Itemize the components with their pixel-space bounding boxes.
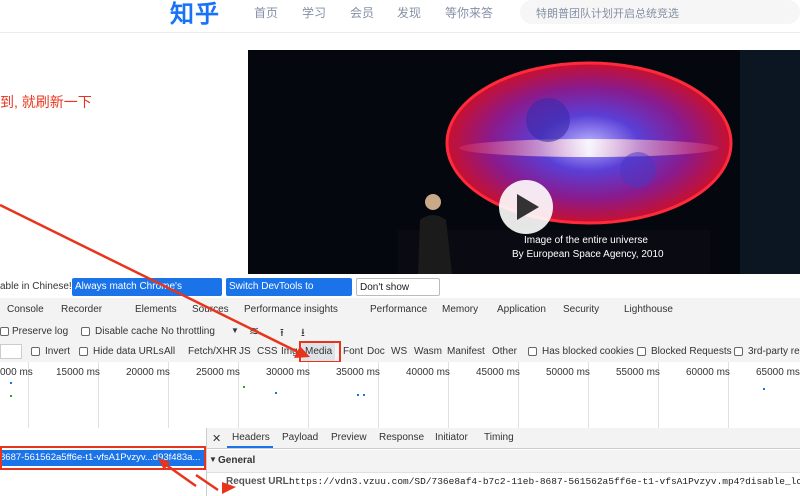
timeline-tick: 60000 ms	[686, 367, 730, 378]
timeline-request-mark	[10, 395, 12, 397]
filter-img[interactable]: Img	[281, 346, 298, 357]
filter-js[interactable]: JS	[239, 346, 251, 357]
nav-discover[interactable]: 发现	[397, 4, 421, 21]
zhihu-logo[interactable]: 知乎	[170, 0, 220, 29]
filter-ws[interactable]: WS	[391, 346, 407, 357]
preserve-log-checkbox[interactable]	[0, 327, 9, 336]
timeline-request-mark	[275, 392, 277, 394]
timeline-tick: 55000 ms	[616, 367, 660, 378]
network-overview[interactable]	[0, 362, 800, 429]
timeline-tick: 50000 ms	[546, 367, 590, 378]
filter-manifest[interactable]: Manifest	[447, 346, 485, 357]
timeline-request-mark	[243, 386, 245, 388]
hide-data-urls-label: Hide data URLs	[93, 346, 164, 357]
annotation-note: 到, 就刷新一下	[0, 94, 92, 110]
timeline-tick: 35000 ms	[336, 367, 380, 378]
timeline-tick: 15000 ms	[56, 367, 100, 378]
filter-css[interactable]: CSS	[257, 346, 278, 357]
filter-wasm[interactable]: Wasm	[414, 346, 442, 357]
request-url-label: Request URL:	[226, 476, 293, 487]
close-icon[interactable]: ✕	[212, 432, 221, 445]
request-url-value[interactable]: https://vdn3.vzuu.com/SD/736e8af4-b7c2-1…	[289, 476, 800, 487]
media-highlight-box	[299, 341, 341, 363]
nav-answer[interactable]: 等你来答	[445, 4, 493, 21]
timeline-tick: 20000 ms	[126, 367, 170, 378]
triangle-down-icon: ▼	[209, 455, 217, 464]
tab-sources[interactable]: Sources	[192, 304, 229, 315]
blocked-requests-label: Blocked Requests	[651, 346, 732, 357]
tab-response[interactable]: Response	[379, 432, 424, 443]
hide-data-urls-checkbox[interactable]	[79, 347, 88, 356]
timeline-request-mark	[10, 382, 12, 384]
chevron-down-icon[interactable]: ▼	[231, 326, 239, 335]
search-placeholder: 特朗普团队计划开启总统竞选	[536, 8, 679, 20]
tab-lighthouse[interactable]: Lighthouse	[624, 304, 673, 315]
tab-recorder[interactable]: Recorder	[61, 304, 102, 315]
upload-icon[interactable]: ⭱	[280, 324, 284, 343]
filter-font[interactable]: Font	[343, 346, 363, 357]
tab-headers[interactable]: Headers	[232, 432, 270, 443]
timeline-tick: 000 ms	[0, 367, 33, 378]
wifi-icon[interactable]: ≋	[249, 324, 259, 338]
play-icon[interactable]	[520, 191, 536, 223]
tab-elements[interactable]: Elements	[135, 304, 177, 315]
timeline-request-mark	[763, 388, 765, 390]
tab-payload[interactable]: Payload	[282, 432, 318, 443]
invert-checkbox[interactable]	[31, 347, 40, 356]
tab-performance-insights[interactable]: Performance insights	[244, 304, 338, 315]
timeline-request-mark	[357, 394, 359, 396]
dont-show-again-button[interactable]: Don't show again	[356, 278, 440, 311]
general-section-header[interactable]	[207, 450, 800, 473]
timeline-tick: 40000 ms	[406, 367, 450, 378]
filter-doc[interactable]: Doc	[367, 346, 385, 357]
tab-performance[interactable]: Performance	[370, 304, 427, 315]
request-highlight-box	[0, 446, 206, 470]
filter-other[interactable]: Other	[492, 346, 517, 357]
tab-console[interactable]: Console	[7, 304, 44, 315]
nav-learn[interactable]: 学习	[302, 4, 326, 21]
blocked-cookies-label: Has blocked cookies	[542, 346, 634, 357]
filter-input[interactable]	[0, 344, 22, 359]
tab-timing[interactable]: Timing	[484, 432, 514, 443]
throttling-select[interactable]: No throttling	[161, 326, 215, 337]
nav-home[interactable]: 首页	[254, 4, 278, 21]
disable-cache-label: Disable cache	[95, 326, 158, 337]
active-tab-indicator	[227, 446, 273, 448]
timeline-tick: 25000 ms	[196, 367, 240, 378]
invert-label: Invert	[45, 346, 71, 357]
switch-chinese-button[interactable]: Switch DevTools to Chinese	[226, 278, 352, 310]
third-party-label: 3rd-party re	[748, 346, 800, 357]
video-caption-line1: Image of the entire universe	[524, 235, 648, 246]
notice-text: able in Chinese!	[0, 281, 72, 292]
match-language-button[interactable]: Always match Chrome's language	[72, 278, 222, 310]
blocked-cookies-checkbox[interactable]	[528, 347, 537, 356]
timeline-tick: 30000 ms	[266, 367, 310, 378]
tab-memory[interactable]: Memory	[442, 304, 478, 315]
timeline-tick: 65000 ms	[756, 367, 800, 378]
tab-security[interactable]: Security	[563, 304, 599, 315]
tab-preview[interactable]: Preview	[331, 432, 367, 443]
disable-cache-checkbox[interactable]	[81, 327, 90, 336]
nav-member[interactable]: 会员	[350, 4, 374, 21]
video-caption-line2: By European Space Agency, 2010	[512, 249, 664, 260]
tab-initiator[interactable]: Initiator	[435, 432, 468, 443]
third-party-checkbox[interactable]	[734, 347, 743, 356]
tab-application[interactable]: Application	[497, 304, 546, 315]
general-label: General	[218, 455, 256, 466]
preserve-log-label: Preserve log	[12, 326, 69, 337]
timeline-tick: 45000 ms	[476, 367, 520, 378]
filter-fetch-xhr[interactable]: Fetch/XHR	[188, 346, 237, 357]
filter-all[interactable]: All	[164, 346, 175, 357]
blocked-requests-checkbox[interactable]	[637, 347, 646, 356]
timeline-request-mark	[363, 394, 365, 396]
